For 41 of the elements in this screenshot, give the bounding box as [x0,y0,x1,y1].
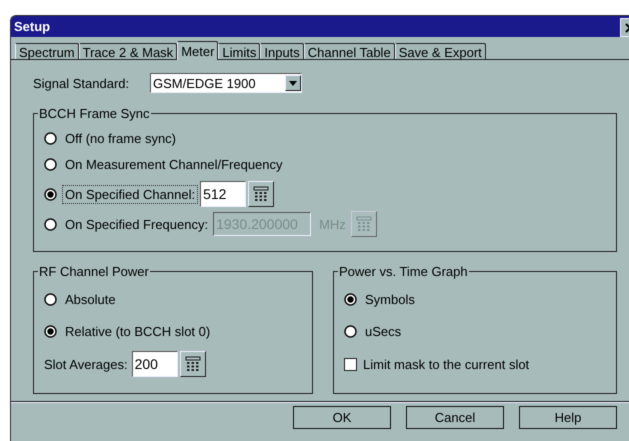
option-label: Symbols [364,290,416,308]
tab[interactable]: Trace 2 & Mask [78,43,178,59]
radio-button[interactable] [44,188,57,200]
group-title: Power vs. Time Graph [338,264,469,279]
tab[interactable]: Save & Export [394,43,486,59]
number-field[interactable]: 512 [200,181,246,207]
radio-button[interactable] [44,324,57,338]
option-label: On Specified Frequency: [64,216,210,234]
tab[interactable]: Meter [177,41,218,60]
dialog-button[interactable]: OK [293,406,391,429]
option-label: Off (no frame sync) [64,130,178,148]
dropdown[interactable]: GSM/EDGE 1900 [150,73,302,93]
field-label: Signal Standard: [33,76,130,90]
option-label: On Measurement Channel/Frequency [64,156,284,174]
option-label: On Specified Channel: [62,184,198,204]
tab[interactable]: Spectrum [15,43,79,59]
window-title: Setup [14,19,50,34]
keypad-icon [356,216,372,232]
radio-button[interactable] [44,218,57,230]
radio-button[interactable] [44,132,57,144]
option-label: uSecs [364,322,402,340]
radio-button[interactable] [344,324,357,338]
group-title: BCCH Frame Sync [38,106,151,121]
checkbox-label: Limit mask to the current slot [363,356,530,372]
keypad-icon [253,186,270,202]
radio-button[interactable] [44,158,57,170]
number-field[interactable]: 200 [132,351,178,377]
group-title: RF Channel Power [38,264,150,279]
option-label: Absolute [64,290,117,308]
keypad-icon [184,356,201,372]
checkbox[interactable] [344,358,357,370]
dialog-button[interactable]: Help [519,406,617,429]
option-label: Relative (to BCCH slot 0) [64,322,212,340]
caret-icon [289,80,297,86]
radio-button[interactable] [44,292,57,306]
field-label: Slot Averages: [44,356,128,372]
tab[interactable]: Inputs [260,43,304,59]
radio-button[interactable] [344,292,357,306]
dialog-button[interactable]: Cancel [406,406,504,429]
tab[interactable]: Limits [218,43,260,59]
tab[interactable]: Channel Table [304,43,395,59]
